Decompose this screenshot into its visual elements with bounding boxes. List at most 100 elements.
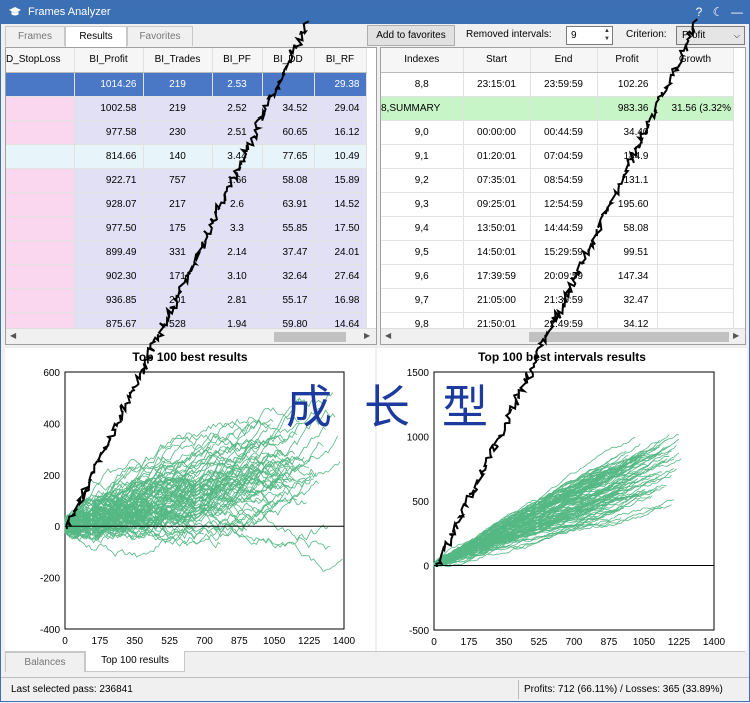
spin-up-icon[interactable]: ▲ — [604, 28, 610, 34]
table-row[interactable]: 928.07 217 2.6 63.91 14.52 — [6, 192, 367, 217]
table-cell: 219 — [143, 96, 213, 121]
results-horizontal-scrollbar[interactable]: ◀ ▶ — [6, 328, 376, 344]
column-header[interactable]: Growth — [657, 48, 734, 73]
table-cell — [657, 240, 734, 265]
table-row[interactable]: 902.30 171 3.10 32.64 27.64 — [6, 264, 367, 289]
table-row[interactable]: 9,0 00:00:00 00:44:59 34.40 — [381, 120, 734, 145]
table-cell: 2.51 — [212, 120, 263, 145]
intervals-horizontal-scrollbar[interactable]: ◀ ▶ — [381, 328, 745, 344]
table-cell — [657, 144, 734, 169]
table-cell — [6, 72, 75, 97]
column-header[interactable]: BI_DD — [262, 48, 315, 73]
table-row[interactable]: 9,2 07:35:01 08:54:59 131.1 — [381, 168, 734, 193]
table-row[interactable]: 9,7 21:05:00 21:39:59 32.47 — [381, 288, 734, 313]
profit-loss-summary: Profits: 712 (66.11%) / Losses: 365 (33.… — [524, 684, 723, 695]
table-cell: 77.65 — [262, 144, 315, 169]
x-tick-label: 700 — [566, 637, 583, 648]
column-header[interactable]: D_StopLoss — [6, 48, 75, 73]
scroll-thumb[interactable] — [529, 332, 729, 342]
x-tick-label: 875 — [231, 636, 248, 647]
y-tick-label: -500 — [409, 626, 429, 637]
table-cell — [657, 120, 734, 145]
table-row[interactable]: 8,8 23:15:01 23:59:59 102.26 — [381, 72, 734, 97]
table-row[interactable]: 814.66 140 3.44 77.65 10.49 — [6, 144, 367, 169]
scroll-right-icon[interactable]: ▶ — [733, 331, 739, 340]
table-cell — [6, 240, 75, 265]
table-cell: 936.85 — [74, 288, 144, 313]
table-cell: 17.50 — [314, 216, 367, 241]
table-cell: 1.66 — [212, 168, 263, 193]
tab-balances[interactable]: Balances — [5, 652, 85, 672]
table-row[interactable]: 9,1 01:20:01 07:04:59 184.9 — [381, 144, 734, 169]
theme-toggle-button[interactable]: ☾ — [709, 4, 727, 21]
table-cell: 814.66 — [74, 144, 144, 169]
table-cell: 230 — [143, 120, 213, 145]
column-header[interactable]: BI_Trades — [143, 48, 213, 73]
column-header[interactable]: BI_RF — [314, 48, 367, 73]
table-cell: 37.47 — [262, 240, 315, 265]
column-header[interactable]: Profit — [597, 48, 658, 73]
table-cell: 3.3 — [212, 216, 263, 241]
table-row[interactable]: 1002.58 219 2.52 34.52 29.04 — [6, 96, 367, 121]
spin-down-icon[interactable]: ▼ — [604, 36, 610, 42]
table-cell: 15.89 — [314, 168, 367, 193]
table-row[interactable]: 1014.26 219 2.53 29.38 — [6, 72, 367, 97]
x-tick-label: 175 — [92, 636, 109, 647]
results-table[interactable]: D_StopLoss BI_Profit BI_Trades BI_PF BI_DD BI… — [5, 47, 377, 345]
table-cell: 9,1 — [381, 144, 464, 169]
status-bar: Last selected pass: 236841 Profits: 712 … — [1, 677, 749, 701]
table-row[interactable]: 922.71 757 1.66 58.08 15.89 — [6, 168, 367, 193]
x-tick-label: 700 — [196, 636, 213, 647]
tab-top-100-results[interactable]: Top 100 results — [85, 651, 185, 672]
tab-frames[interactable]: Frames — [5, 26, 65, 46]
table-cell: 2.81 — [212, 288, 263, 313]
table-row[interactable]: 9,6 17:39:59 20:09:59 147.34 — [381, 264, 734, 289]
column-header[interactable]: End — [530, 48, 598, 73]
removed-intervals-spinner[interactable]: 9 ▲ ▼ — [566, 26, 613, 45]
table-cell: 58.08 — [262, 168, 315, 193]
table-cell: 16.12 — [314, 120, 367, 145]
x-tick-label: 0 — [62, 636, 68, 647]
table-row[interactable]: 8,SUMMARY 983.36 31.56 (3.32% — [381, 96, 734, 121]
table-row[interactable]: 899.49 331 2.14 37.47 24.01 — [6, 240, 367, 265]
table-cell: 922.71 — [74, 168, 144, 193]
x-tick-label: 1225 — [298, 636, 321, 647]
table-row[interactable]: 9,4 13:50:01 14:44:59 58.08 — [381, 216, 734, 241]
bottom-tab-strip: Balances Top 100 results — [5, 651, 745, 673]
column-header[interactable]: BI_Profit — [74, 48, 144, 73]
table-cell: 55.17 — [262, 288, 315, 313]
title-bar: Frames Analyzer ? ☾ — — [1, 1, 749, 24]
criterion-select[interactable]: Profit ⌵ — [676, 26, 745, 45]
column-header[interactable]: BI_PF — [212, 48, 263, 73]
table-cell: 131.1 — [597, 168, 658, 193]
table-row[interactable]: 936.85 201 2.81 55.17 16.98 — [6, 288, 367, 313]
table-row[interactable]: 9,5 14:50:01 15:29:59 99.51 — [381, 240, 734, 265]
tab-results[interactable]: Results — [65, 26, 127, 47]
y-tick-label: 0 — [54, 522, 60, 533]
intervals-table[interactable]: Indexes Start End Profit Growth 8,8 23:15:01 2… — [380, 47, 746, 345]
table-cell: 2.52 — [212, 96, 263, 121]
add-to-favorites-button[interactable]: Add to favorites — [367, 25, 455, 46]
table-cell: 928.07 — [74, 192, 144, 217]
table-cell: 977.58 — [74, 120, 144, 145]
x-tick-label: 175 — [461, 637, 478, 648]
scroll-left-icon[interactable]: ◀ — [10, 331, 16, 340]
minimize-button[interactable]: — — [728, 4, 746, 21]
tab-favorites[interactable]: Favorites — [127, 26, 193, 46]
table-cell: 2.53 — [212, 72, 263, 97]
table-cell: 23:59:59 — [530, 72, 598, 97]
y-tick-label: 600 — [43, 368, 60, 379]
table-row[interactable]: 977.50 175 3.3 55.85 17.50 — [6, 216, 367, 241]
table-row[interactable]: 977.58 230 2.51 60.65 16.12 — [6, 120, 367, 145]
scroll-thumb[interactable] — [274, 332, 346, 342]
table-cell: 140 — [143, 144, 213, 169]
column-header[interactable]: Indexes — [381, 48, 464, 73]
column-header[interactable]: Start — [463, 48, 531, 73]
help-button[interactable]: ? — [690, 4, 708, 21]
y-tick-label: 0 — [423, 562, 429, 573]
scroll-right-icon[interactable]: ▶ — [364, 331, 370, 340]
table-cell: 983.36 — [597, 96, 658, 121]
table-row[interactable]: 9,3 09:25:01 12:54:59 195.60 — [381, 192, 734, 217]
table-cell: 217 — [143, 192, 213, 217]
scroll-left-icon[interactable]: ◀ — [385, 331, 391, 340]
